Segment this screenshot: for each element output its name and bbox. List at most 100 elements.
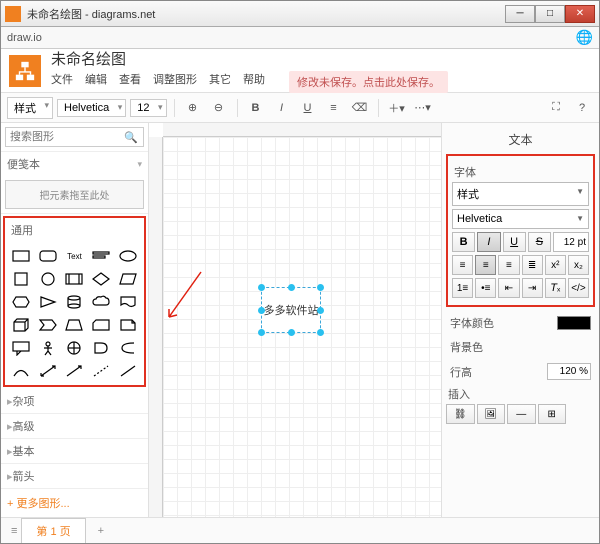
align-justify-button[interactable]: ≣ [522, 255, 543, 275]
menu-help[interactable]: 帮助 [243, 71, 265, 93]
shape-arrow[interactable] [63, 361, 87, 381]
shape-hexagon[interactable] [9, 292, 33, 312]
resize-handle[interactable] [317, 329, 324, 336]
section-general[interactable]: 通用 [5, 218, 144, 242]
menu-view[interactable]: 查看 [119, 71, 141, 93]
more-shapes-button[interactable]: + 更多图形... [1, 489, 148, 517]
shape-roundrect[interactable] [36, 246, 60, 266]
pages-menu-icon[interactable]: ≡ [7, 521, 21, 541]
menu-extras[interactable]: 其它 [209, 71, 231, 93]
shape-document[interactable] [116, 292, 140, 312]
shape-card[interactable] [89, 315, 113, 335]
shape-datastore[interactable] [116, 338, 140, 358]
selected-shape[interactable]: 多多软件站 [261, 287, 321, 333]
resize-handle[interactable] [317, 284, 324, 291]
menu-arrange[interactable]: 调整图形 [153, 71, 197, 93]
section-scratchpad[interactable]: 便笺本 ▾ [1, 152, 148, 176]
page-tab-1[interactable]: 第 1 页 [21, 518, 85, 543]
align-left-button[interactable]: ≡ [452, 255, 473, 275]
maximize-button[interactable]: □ [535, 5, 565, 23]
search-icon[interactable]: 🔍 [124, 131, 138, 144]
add-page-button[interactable]: + [88, 521, 114, 541]
shape-step[interactable] [36, 315, 60, 335]
shape-parallelogram[interactable] [116, 269, 140, 289]
canvas-area[interactable]: 多多软件站 [149, 123, 441, 517]
zoom-out-icon[interactable]: ⊖ [208, 97, 230, 119]
insert-table-button[interactable]: ⊞ [538, 404, 567, 424]
save-warning[interactable]: 修改未保存。点击此处保存。 [289, 71, 448, 93]
italic-button[interactable]: I [271, 97, 293, 119]
help-icon[interactable]: ? [571, 97, 593, 119]
shape-line[interactable] [116, 361, 140, 381]
italic-button[interactable]: I [477, 232, 500, 252]
shape-triangle[interactable] [36, 292, 60, 312]
fullscreen-icon[interactable]: ⛶ [545, 97, 567, 119]
font-select[interactable]: Helvetica [57, 99, 126, 117]
globe-icon[interactable]: 🌐 [576, 29, 593, 46]
style-dropdown[interactable]: 样式 [452, 182, 589, 206]
resize-handle[interactable] [317, 307, 324, 314]
fontcolor-swatch[interactable] [557, 316, 591, 330]
bold-button[interactable]: B [452, 232, 475, 252]
shape-text[interactable]: 多多软件站 [264, 302, 319, 318]
shape-circle[interactable] [36, 269, 60, 289]
shape-square[interactable] [9, 269, 33, 289]
shape-cloud[interactable] [89, 292, 113, 312]
shape-dashed[interactable] [89, 361, 113, 381]
shape-trapezoid[interactable] [63, 315, 87, 335]
menu-file[interactable]: 文件 [51, 71, 73, 93]
resize-handle[interactable] [258, 284, 265, 291]
shape-ellipse[interactable] [116, 246, 140, 266]
list-button[interactable]: ⋯▾ [412, 97, 434, 119]
shape-diamond[interactable] [89, 269, 113, 289]
shape-and[interactable] [89, 338, 113, 358]
resize-handle[interactable] [288, 284, 295, 291]
shape-rect[interactable] [9, 246, 33, 266]
resize-handle[interactable] [258, 329, 265, 336]
menu-edit[interactable]: 编辑 [85, 71, 107, 93]
fontsize-select[interactable]: 12 [130, 99, 166, 117]
shape-or[interactable] [63, 338, 87, 358]
insert-hr-button[interactable]: — [507, 404, 536, 424]
close-button[interactable]: ✕ [565, 5, 595, 23]
canvas-grid[interactable]: 多多软件站 [163, 137, 441, 517]
strike-button[interactable]: S [528, 232, 551, 252]
indent-button[interactable]: ⇥ [522, 278, 543, 298]
section-misc[interactable]: ▸ 杂项 [1, 389, 148, 413]
scratchpad-dropzone[interactable]: 把元素拖至此处 [5, 180, 144, 209]
underline-button[interactable]: U [297, 97, 319, 119]
list-ordered-button[interactable]: 1≡ [452, 278, 473, 298]
style-select[interactable]: 样式 [7, 97, 53, 119]
outdent-button[interactable]: ⇤ [498, 278, 519, 298]
add-button[interactable]: ＋▾ [386, 97, 408, 119]
shape-textbox[interactable] [89, 246, 113, 266]
fontsize-input[interactable] [553, 232, 589, 252]
section-advanced[interactable]: ▸ 高级 [1, 414, 148, 438]
minimize-button[interactable]: ─ [505, 5, 535, 23]
lineheight-input[interactable] [547, 363, 591, 380]
bold-button[interactable]: B [245, 97, 267, 119]
shape-process[interactable] [63, 269, 87, 289]
underline-button[interactable]: U [503, 232, 526, 252]
subscript-button[interactable]: x₂ [568, 255, 589, 275]
shape-callout[interactable] [9, 338, 33, 358]
list-unordered-button[interactable]: •≡ [475, 278, 496, 298]
align-center-button[interactable]: ≡ [475, 255, 496, 275]
section-basic[interactable]: ▸ 基本 [1, 439, 148, 463]
shape-biarrow[interactable] [36, 361, 60, 381]
fontname-dropdown[interactable]: Helvetica [452, 209, 589, 229]
shape-text[interactable]: Text [63, 246, 87, 266]
document-title[interactable]: 未命名绘图 [51, 48, 448, 69]
insert-link-button[interactable]: ⛓ [446, 404, 475, 424]
insert-image-button[interactable]: 🖼 [477, 404, 506, 424]
search-input[interactable] [5, 127, 144, 147]
align-right-button[interactable]: ≡ [498, 255, 519, 275]
shape-note[interactable] [116, 315, 140, 335]
superscript-button[interactable]: x² [545, 255, 566, 275]
html-button[interactable]: </> [568, 278, 589, 298]
shape-curve[interactable] [9, 361, 33, 381]
shape-cylinder[interactable] [63, 292, 87, 312]
align-button[interactable]: ≡ [323, 97, 345, 119]
zoom-in-icon[interactable]: ⊕ [182, 97, 204, 119]
section-arrows[interactable]: ▸ 箭头 [1, 464, 148, 488]
